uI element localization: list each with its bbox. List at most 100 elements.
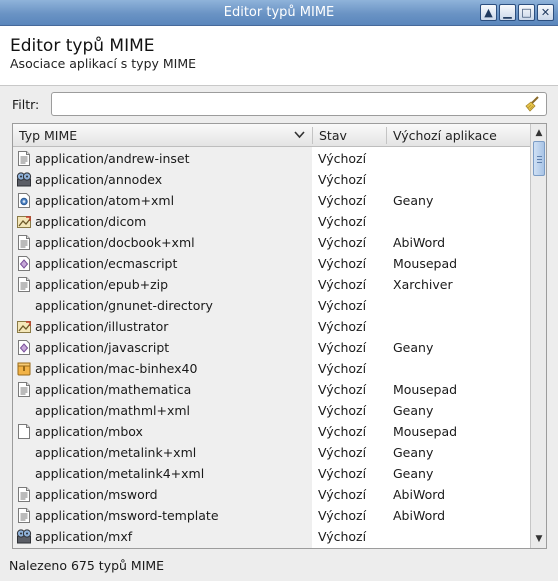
default-app-cell: Geany	[393, 193, 434, 208]
table-row[interactable]: application/msword Výchozí AbiWord	[13, 484, 530, 505]
mime-type-cell: application/mathematica	[35, 382, 192, 397]
column-header-state[interactable]: Stav	[319, 128, 347, 143]
default-app-cell: AbiWord	[393, 508, 446, 523]
text-file-icon	[18, 235, 30, 250]
window-title: Editor typů MIME	[223, 5, 335, 20]
maximize-icon[interactable]: □	[518, 4, 535, 21]
mime-type-cell: application/javascript	[35, 340, 170, 355]
table-row[interactable]: application/javascript Výchozí Geany	[13, 337, 530, 358]
column-separator[interactable]	[312, 127, 313, 144]
title-bar: Editor typů MIME ▲ ▁ □ ✕	[0, 0, 558, 26]
state-cell: Výchozí	[318, 193, 367, 208]
table-row[interactable]: application/msword-template Výchozí AbiWor…	[13, 505, 530, 526]
chevron-down-icon[interactable]	[294, 130, 305, 139]
table-row[interactable]: application/mxf Výchozí	[13, 526, 530, 547]
state-cell: Výchozí	[318, 403, 367, 418]
state-cell: Výchozí	[318, 529, 367, 544]
state-cell: Výchozí	[318, 340, 367, 355]
mime-type-cell: application/illustrator	[35, 319, 169, 334]
scroll-down-arrow-icon[interactable]: ▼	[532, 532, 546, 546]
table-row[interactable]: application/atom+xml Výchozí Geany	[13, 190, 530, 211]
state-cell: Výchozí	[318, 424, 367, 439]
status-text: Nalezeno 675 typů MIME	[9, 558, 165, 573]
table-row[interactable]: application/mac-binhex40 Výchozí	[13, 358, 530, 379]
table-row[interactable]: application/mathml+xml Výchozí Geany	[13, 400, 530, 421]
mime-type-cell: application/dicom	[35, 214, 147, 229]
state-cell: Výchozí	[318, 298, 367, 313]
default-app-cell: Geany	[393, 466, 434, 481]
mime-type-cell: application/epub+zip	[35, 277, 169, 292]
mime-type-cell: application/mac-binhex40	[35, 361, 198, 376]
state-cell: Výchozí	[318, 235, 367, 250]
mime-type-cell: application/msword	[35, 487, 158, 502]
table-row[interactable]: application/gnunet-directory Výchozí	[13, 295, 530, 316]
table-row[interactable]: application/illustrator Výchozí	[13, 316, 530, 337]
table-row[interactable]: application/metalink4+xml Výchozí Geany	[13, 463, 530, 484]
state-cell: Výchozí	[318, 382, 367, 397]
scrollbar-thumb[interactable]	[533, 141, 545, 176]
media-reel-icon	[16, 529, 32, 544]
default-app-cell: AbiWord	[393, 235, 446, 250]
page-title: Editor typů MIME	[10, 36, 155, 56]
column-header-default-app[interactable]: Výchozí aplikace	[393, 128, 497, 143]
page-subtitle: Asociace aplikací s typy MIME	[10, 56, 197, 71]
default-app-cell: Geany	[393, 340, 434, 355]
mime-type-cell: application/andrew-inset	[35, 151, 190, 166]
column-header-mime-type[interactable]: Typ MIME	[19, 128, 77, 143]
mime-table[interactable]: Typ MIME Stav Výchozí aplikace applicati…	[12, 123, 547, 549]
state-cell: Výchozí	[318, 214, 367, 229]
script-file-icon	[18, 340, 30, 355]
state-cell: Výchozí	[318, 256, 367, 271]
text-file-icon	[18, 151, 30, 166]
default-app-cell: Geany	[393, 403, 434, 418]
default-app-cell: Geany	[393, 445, 434, 460]
mime-type-cell: application/metalink4+xml	[35, 466, 205, 481]
state-cell: Výchozí	[318, 151, 367, 166]
table-row[interactable]: application/docbook+xml Výchozí AbiWord	[13, 232, 530, 253]
mime-type-cell: application/mxf	[35, 529, 133, 544]
minimize-icon[interactable]: ▁	[499, 4, 516, 21]
state-cell: Výchozí	[318, 277, 367, 292]
arrow-up-icon[interactable]: ▲	[480, 4, 497, 21]
state-cell: Výchozí	[318, 445, 367, 460]
state-cell: Výchozí	[318, 172, 367, 187]
column-separator[interactable]	[386, 127, 387, 144]
table-header: Typ MIME Stav Výchozí aplikace	[13, 124, 530, 147]
broom-icon[interactable]	[523, 95, 541, 113]
state-cell: Výchozí	[318, 361, 367, 376]
feed-file-icon	[18, 193, 30, 208]
table-row[interactable]: application/annodex Výchozí	[13, 169, 530, 190]
text-file-icon	[18, 508, 30, 523]
script-file-icon	[18, 256, 30, 271]
mime-type-cell: application/atom+xml	[35, 193, 175, 208]
image-file-icon	[17, 321, 31, 333]
default-app-cell: Mousepad	[393, 424, 458, 439]
mime-type-cell: application/metalink+xml	[35, 445, 197, 460]
mime-type-cell: application/msword-template	[35, 508, 219, 523]
table-row[interactable]: application/andrew-inset Výchozí	[13, 148, 530, 169]
close-icon[interactable]: ✕	[537, 4, 554, 21]
vertical-scrollbar[interactable]: ▲ ▼	[530, 124, 546, 548]
mime-type-cell: application/docbook+xml	[35, 235, 195, 250]
mime-type-cell: application/gnunet-directory	[35, 298, 213, 313]
default-app-cell: Xarchiver	[393, 277, 453, 292]
scroll-up-arrow-icon[interactable]: ▲	[532, 126, 546, 140]
table-row[interactable]: application/ecmascript Výchozí Mousepad	[13, 253, 530, 274]
default-app-cell: Mousepad	[393, 256, 458, 271]
mime-type-cell: application/mbox	[35, 424, 143, 439]
mime-type-cell: application/annodex	[35, 172, 163, 187]
media-reel-icon	[16, 172, 32, 187]
table-row[interactable]: application/dicom Výchozí	[13, 211, 530, 232]
state-cell: Výchozí	[318, 508, 367, 523]
table-row[interactable]: application/mathematica Výchozí Mousepad	[13, 379, 530, 400]
table-row[interactable]: application/metalink+xml Výchozí Geany	[13, 442, 530, 463]
table-row[interactable]: application/mbox Výchozí Mousepad	[13, 421, 530, 442]
mime-type-cell: application/mathml+xml	[35, 403, 190, 418]
table-row[interactable]: application/epub+zip Výchozí Xarchiver	[13, 274, 530, 295]
blank-file-icon	[18, 424, 30, 439]
state-cell: Výchozí	[318, 487, 367, 502]
filter-input[interactable]	[51, 92, 547, 116]
dialog-header: Editor typů MIME Asociace aplikací s typ…	[0, 26, 558, 86]
text-file-icon	[18, 487, 30, 502]
default-app-cell: AbiWord	[393, 487, 446, 502]
